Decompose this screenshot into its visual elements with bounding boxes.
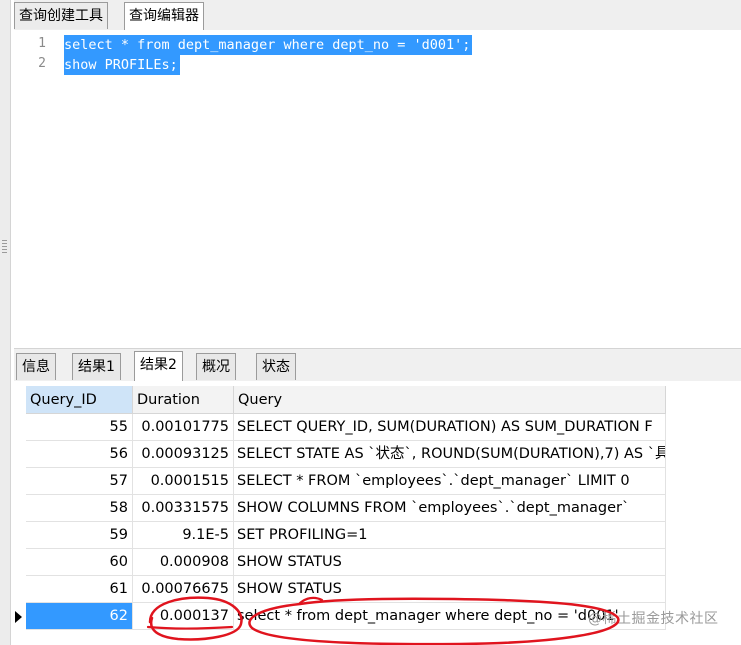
tab-query-builder[interactable]: 查询创建工具 — [14, 2, 108, 29]
query-cell[interactable]: SET PROFILING=1 — [234, 522, 666, 549]
table-row[interactable]: 57 0.0001515 SELECT * FROM `employees`.`… — [14, 468, 666, 495]
duration-cell[interactable]: 0.00076675 — [133, 576, 234, 603]
duration-cell[interactable]: 9.1E-5 — [133, 522, 234, 549]
query-cell[interactable]: SHOW STATUS — [234, 549, 666, 576]
query-cell[interactable]: SHOW STATUS — [234, 576, 666, 603]
tab-status[interactable]: 状态 — [256, 353, 296, 380]
query-id-cell[interactable]: 55 — [26, 414, 133, 441]
line-number-gutter: 1 2 — [14, 30, 58, 346]
line-number: 1 — [38, 36, 46, 51]
result-tab-bar: 信息 结果1 结果2 概况 状态 — [14, 348, 741, 381]
code-line[interactable]: select * from dept_manager where dept_no… — [64, 35, 473, 55]
duration-cell[interactable]: 0.00101775 — [133, 414, 234, 441]
watermark: @稀土掘金技术社区 — [588, 611, 719, 627]
row-indicator — [14, 603, 26, 630]
query-id-cell[interactable]: 57 — [26, 468, 133, 495]
query-id-cell[interactable]: 62 — [26, 603, 133, 630]
splitter-grip-icon[interactable] — [2, 240, 7, 254]
duration-cell[interactable]: 0.00093125 — [133, 441, 234, 468]
query-id-cell[interactable]: 58 — [26, 495, 133, 522]
query-cell[interactable]: SHOW COLUMNS FROM `employees`.`dept_mana… — [234, 495, 666, 522]
query-cell[interactable]: SELECT * FROM `employees`.`dept_manager`… — [234, 468, 666, 495]
query-id-cell[interactable]: 61 — [26, 576, 133, 603]
table-row[interactable]: 59 9.1E-5 SET PROFILING=1 — [14, 522, 666, 549]
editor-tab-bar: 查询创建工具 查询编辑器 — [14, 0, 741, 31]
query-id-cell[interactable]: 56 — [26, 441, 133, 468]
line-number: 2 — [38, 56, 46, 71]
tab-query-editor[interactable]: 查询编辑器 — [124, 2, 204, 31]
column-header-query-id[interactable]: Query_ID — [26, 386, 133, 414]
duration-cell[interactable]: 0.0001515 — [133, 468, 234, 495]
query-cell[interactable]: SELECT QUERY_ID, SUM(DURATION) AS SUM_DU… — [234, 414, 666, 441]
left-panel-strip — [0, 0, 11, 645]
duration-cell[interactable]: 0.000908 — [133, 549, 234, 576]
query-id-cell[interactable]: 60 — [26, 549, 133, 576]
query-cell[interactable]: SELECT STATE AS `状态`, ROUND(SUM(DURATION… — [234, 441, 666, 468]
duration-cell[interactable]: 0.00331575 — [133, 495, 234, 522]
sql-editor[interactable]: 1 2 select * from dept_manager where dep… — [14, 30, 741, 346]
tab-result-2[interactable]: 结果2 — [134, 351, 183, 381]
tab-result-1[interactable]: 结果1 — [72, 353, 121, 380]
table-row[interactable]: 56 0.00093125 SELECT STATE AS `状态`, ROUN… — [14, 441, 666, 468]
column-header-duration[interactable]: Duration — [133, 386, 234, 414]
table-row[interactable]: 61 0.00076675 SHOW STATUS — [14, 576, 666, 603]
column-header-query[interactable]: Query — [234, 386, 666, 414]
duration-cell[interactable]: 0.000137 — [133, 603, 234, 630]
table-row[interactable]: 58 0.00331575 SHOW COLUMNS FROM `employe… — [14, 495, 666, 522]
tab-info[interactable]: 信息 — [16, 353, 56, 380]
table-row-selected[interactable]: 62 0.000137 select * from dept_manager w… — [14, 603, 666, 630]
bottom-edge — [14, 635, 741, 645]
tab-profile[interactable]: 概况 — [196, 353, 236, 380]
current-row-arrow-icon — [15, 611, 22, 623]
code-line[interactable]: show PROFILEs; — [64, 55, 180, 75]
query-id-cell[interactable]: 59 — [26, 522, 133, 549]
table-row[interactable]: 55 0.00101775 SELECT QUERY_ID, SUM(DURAT… — [14, 414, 666, 441]
table-row[interactable]: 60 0.000908 SHOW STATUS — [14, 549, 666, 576]
grid-header: Query_ID Duration Query — [14, 386, 666, 414]
